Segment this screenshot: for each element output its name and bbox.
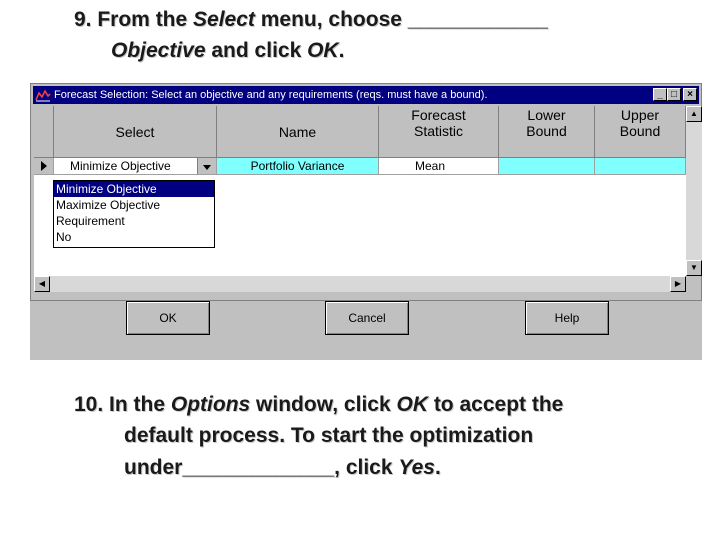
step-text: to accept the	[427, 393, 564, 416]
step-text: and click	[205, 39, 308, 62]
maximize-icon[interactable]: □	[667, 88, 681, 101]
row-header-corner	[34, 106, 54, 158]
cancel-button[interactable]: Cancel	[325, 301, 409, 335]
scroll-right-icon[interactable]: ▶	[670, 276, 686, 292]
dropdown-option-maximize-objective[interactable]: Maximize Objective	[54, 197, 214, 213]
dropdown-option-minimize-objective[interactable]: Minimize Objective	[54, 181, 214, 197]
column-header-select: Select	[54, 106, 217, 158]
step-number: 9.	[74, 8, 92, 31]
chevron-down-icon[interactable]	[197, 158, 216, 174]
step-10-instruction-cont2: under_____________, click Yes.	[124, 453, 441, 483]
column-header-lower-bound: Lower Bound	[499, 106, 595, 158]
step-emphasis: OK	[307, 39, 339, 62]
column-header-forecast-statistic: Forecast Statistic	[379, 106, 499, 158]
step-text: window, click	[250, 393, 397, 416]
step-number: 10.	[74, 393, 104, 416]
chart-icon	[35, 88, 51, 102]
scroll-left-icon[interactable]: ◀	[34, 276, 50, 292]
name-cell[interactable]: Portfolio Variance	[217, 158, 379, 175]
step-text: menu, choose ____________	[254, 8, 548, 31]
step-emphasis: Yes	[398, 456, 435, 479]
column-header-upper-bound: Upper Bound	[595, 106, 686, 158]
dialog-frame: Forecast Selection: Select an objective …	[30, 83, 702, 301]
step-text: .	[338, 39, 345, 62]
dropdown-option-no[interactable]: No	[54, 229, 214, 245]
step-10-instruction: 10. In the Options window, click OK to a…	[74, 390, 563, 420]
step-text: From the	[97, 8, 194, 31]
step-9-instruction-cont: Objective and click OK.	[111, 36, 344, 66]
dialog-title: Forecast Selection: Select an objective …	[54, 89, 488, 101]
close-icon[interactable]: ×	[683, 88, 697, 101]
step-text: In the	[109, 393, 171, 416]
horizontal-scrollbar[interactable]: ◀ ▶	[34, 276, 686, 292]
step-9-instruction: 9. From the Select menu, choose ________…	[74, 5, 548, 35]
lower-bound-cell[interactable]	[499, 158, 595, 175]
column-header-name: Name	[217, 106, 379, 158]
row-pointer-icon[interactable]	[34, 158, 54, 175]
ok-button[interactable]: OK	[126, 301, 210, 335]
step-emphasis: Select	[193, 8, 255, 31]
step-text: under_____________, click	[124, 456, 399, 479]
forecast-selection-dialog: Forecast Selection: Select an objective …	[30, 83, 702, 360]
step-emphasis: Objective	[111, 39, 206, 62]
help-button[interactable]: Help	[525, 301, 609, 335]
step-emphasis: Options	[170, 393, 251, 416]
step-10-instruction-cont: default process. To start the optimizati…	[124, 424, 534, 447]
dropdown-option-requirement[interactable]: Requirement	[54, 213, 214, 229]
step-text: .	[434, 456, 441, 479]
select-dropdown-list: Minimize Objective Maximize Objective Re…	[53, 180, 215, 248]
forecast-grid: Select Name Forecast Statistic Lower Bound…	[34, 106, 686, 276]
select-cell-value: Minimize Objective	[70, 159, 171, 173]
scroll-down-icon[interactable]: ▼	[686, 260, 702, 276]
statistic-cell[interactable]: Mean	[379, 158, 499, 175]
minimize-icon[interactable]: _	[653, 88, 667, 101]
upper-bound-cell[interactable]	[595, 158, 686, 175]
select-cell-dropdown[interactable]: Minimize Objective	[54, 158, 217, 175]
dialog-titlebar[interactable]: Forecast Selection: Select an objective …	[33, 86, 699, 104]
step-emphasis: OK	[396, 393, 428, 416]
vertical-scrollbar[interactable]: ▲ ▼	[686, 106, 702, 276]
scroll-up-icon[interactable]: ▲	[686, 106, 702, 122]
